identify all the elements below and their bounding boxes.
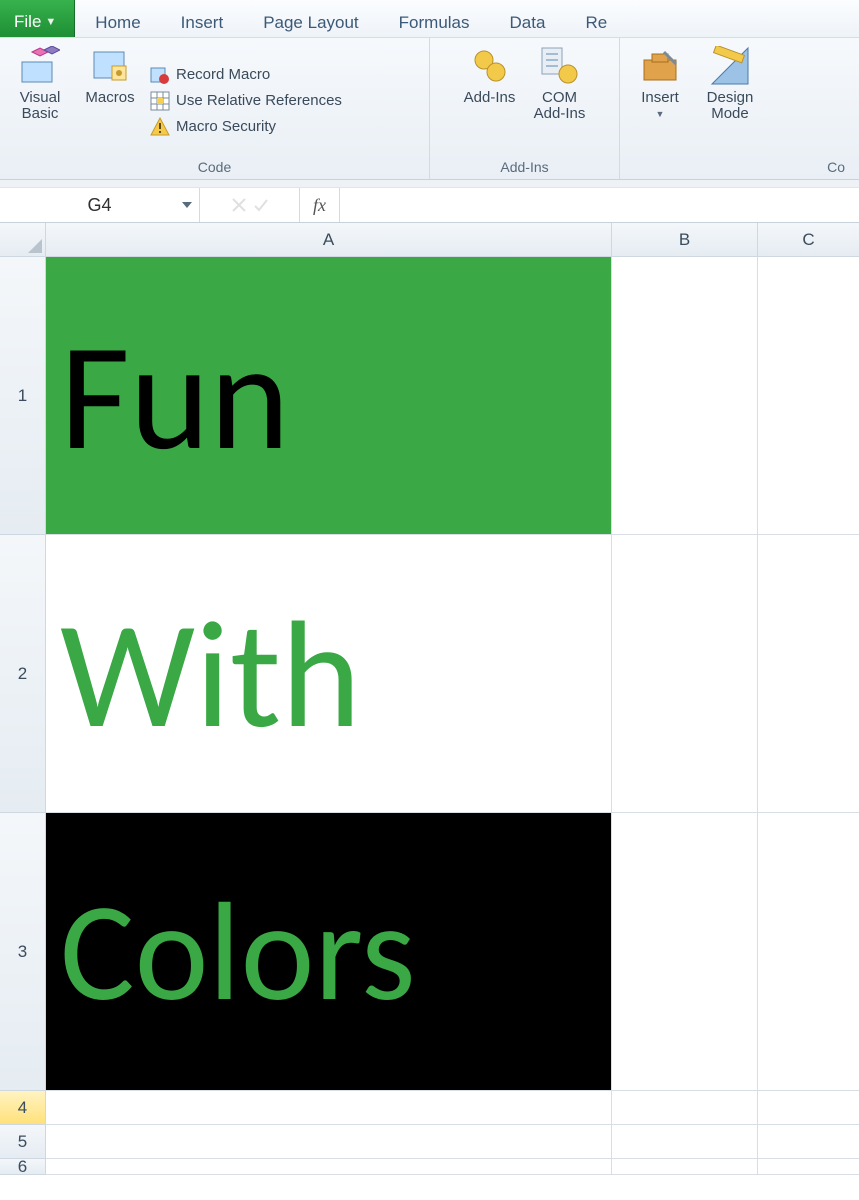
select-all-corner[interactable] [0, 223, 46, 257]
cell-c2[interactable] [758, 535, 859, 813]
visual-basic-button[interactable]: Visual Basic [10, 44, 70, 157]
ribbon-group-controls: Insert ▼ Design Mode Co [620, 38, 859, 179]
tab-label: Formulas [399, 13, 470, 33]
insert-function-button[interactable]: fx [300, 188, 340, 222]
column-header-a[interactable]: A [46, 223, 612, 257]
cell-b6[interactable] [612, 1159, 758, 1175]
use-relative-references-button[interactable]: Use Relative References [150, 89, 342, 113]
cell-a1[interactable]: Fun [46, 257, 612, 535]
button-label: COM Add-Ins [534, 90, 586, 122]
record-macro-icon [150, 65, 170, 85]
row-header-5[interactable]: 5 [0, 1125, 46, 1159]
formula-bar-area: G4 fx [0, 180, 859, 223]
row-header-3[interactable]: 3 [0, 813, 46, 1091]
macros-icon [90, 46, 130, 86]
row-header-4[interactable]: 4 [0, 1091, 46, 1125]
tab-page-layout[interactable]: Page Layout [243, 0, 378, 37]
row-header-6[interactable]: 6 [0, 1159, 46, 1175]
cell-a2[interactable]: With [46, 535, 612, 813]
ruler-triangle-icon [710, 46, 750, 86]
macro-security-button[interactable]: Macro Security [150, 115, 342, 139]
tab-label: Re [585, 13, 607, 33]
formula-buttons [200, 188, 300, 222]
cell-a5[interactable] [46, 1125, 612, 1159]
tab-label: Data [510, 13, 546, 33]
button-label: Use Relative References [176, 92, 342, 109]
tab-label: Insert [181, 13, 224, 33]
com-addins-button[interactable]: COM Add-Ins [530, 44, 590, 157]
macros-button[interactable]: Macros [80, 44, 140, 157]
tab-file-label: File [14, 12, 41, 32]
button-label: Macros [85, 90, 134, 106]
tab-home[interactable]: Home [75, 0, 160, 37]
record-macro-button[interactable]: Record Macro [150, 63, 342, 87]
ribbon-group-addins: Add-Ins COM Add-Ins Add-Ins [430, 38, 620, 179]
tab-label: Page Layout [263, 13, 358, 33]
insert-button[interactable]: Insert ▼ [630, 44, 690, 157]
grid-icon [150, 91, 170, 111]
name-box[interactable]: G4 [0, 188, 200, 222]
tab-review-cut[interactable]: Re [565, 0, 605, 37]
enter-icon[interactable] [253, 197, 269, 213]
cell-c6[interactable] [758, 1159, 859, 1175]
cell-b2[interactable] [612, 535, 758, 813]
cell-value: Fun [60, 320, 290, 472]
cancel-icon[interactable] [231, 197, 247, 213]
chevron-down-icon: ▼ [45, 16, 56, 28]
row-header-1[interactable]: 1 [0, 257, 46, 535]
warning-icon [150, 117, 170, 137]
tab-file[interactable]: File ▼ [0, 0, 75, 37]
formula-input[interactable] [340, 188, 859, 222]
group-title: Code [10, 157, 419, 177]
cell-value: With [60, 598, 361, 750]
cell-b5[interactable] [612, 1125, 758, 1159]
cell-c5[interactable] [758, 1125, 859, 1159]
button-label: Visual Basic [20, 90, 61, 122]
button-label: Design Mode [707, 90, 754, 122]
design-mode-button[interactable]: Design Mode [700, 44, 760, 157]
cell-b1[interactable] [612, 257, 758, 535]
name-box-value: G4 [87, 195, 111, 216]
tab-formulas[interactable]: Formulas [379, 0, 490, 37]
row-header-2[interactable]: 2 [0, 535, 46, 813]
chevron-down-icon [181, 199, 193, 211]
button-label: Add-Ins [464, 90, 516, 106]
chevron-down-icon: ▼ [656, 110, 665, 119]
cell-c4[interactable] [758, 1091, 859, 1125]
cell-a4[interactable] [46, 1091, 612, 1125]
addins-button[interactable]: Add-Ins [460, 44, 520, 157]
button-label: Macro Security [176, 118, 276, 135]
cell-value: Colors [60, 882, 416, 1022]
toolbox-icon [640, 46, 680, 86]
group-title: Co [630, 157, 849, 177]
cell-c1[interactable] [758, 257, 859, 535]
cell-c3[interactable] [758, 813, 859, 1091]
visual-basic-icon [20, 46, 60, 86]
worksheet-grid: A B C 1 Fun 2 With 3 Colors 4 5 6 [0, 223, 859, 1175]
ribbon-tabstrip: File ▼ Home Insert Page Layout Formulas … [0, 0, 859, 38]
tab-insert[interactable]: Insert [161, 0, 244, 37]
cell-b3[interactable] [612, 813, 758, 1091]
checklist-gear-icon [540, 46, 580, 86]
group-title: Add-Ins [440, 157, 609, 177]
cell-a3[interactable]: Colors [46, 813, 612, 1091]
tab-data[interactable]: Data [490, 0, 566, 37]
gear-icon [470, 46, 510, 86]
button-label: Insert [641, 90, 679, 106]
button-label: Record Macro [176, 66, 270, 83]
ribbon-group-code: Visual Basic Macros Record Macro [0, 38, 430, 179]
fx-label: fx [313, 195, 326, 216]
column-header-b[interactable]: B [612, 223, 758, 257]
column-header-c[interactable]: C [758, 223, 859, 257]
tab-label: Home [95, 13, 140, 33]
cell-b4[interactable] [612, 1091, 758, 1125]
cell-a6[interactable] [46, 1159, 612, 1175]
ribbon: Visual Basic Macros Record Macro [0, 38, 859, 180]
